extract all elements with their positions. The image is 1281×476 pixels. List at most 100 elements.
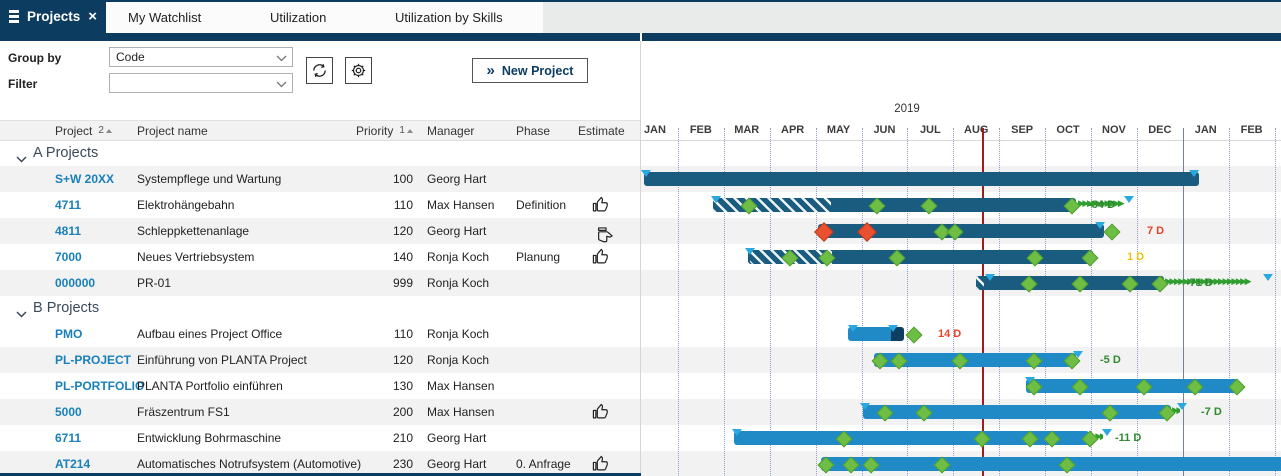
chevron-down-icon	[276, 55, 287, 62]
column-header-project[interactable]: Project2	[55, 121, 112, 140]
project-code-link[interactable]: PL-PORTFOLIO	[55, 373, 144, 399]
table-row[interactable]: PMOAufbau eines Project Office110Ronja K…	[0, 321, 641, 347]
date-marker-triangle-icon	[1177, 403, 1187, 410]
project-manager: Max Hansen	[427, 399, 494, 425]
project-code-link[interactable]: 4711	[55, 192, 81, 218]
gantt-bar-at214[interactable]	[821, 457, 1281, 471]
group-by-value: Code	[116, 50, 145, 64]
refresh-button[interactable]	[306, 57, 333, 84]
milestone-diamond-green[interactable]	[906, 327, 923, 344]
menu-icon[interactable]	[9, 10, 19, 23]
project-priority: 200	[353, 399, 413, 425]
settings-button[interactable]	[345, 57, 372, 84]
project-code-link[interactable]: 4811	[55, 218, 81, 244]
project-priority: 110	[353, 192, 413, 218]
table-row[interactable]: 7000Neues Vertriebsystem140Ronja KochPla…	[0, 244, 641, 270]
date-marker-triangle-icon	[848, 325, 858, 332]
table-row[interactable]: 000000PR-01999Ronja Koch	[0, 270, 641, 296]
column-header-phase[interactable]: Phase	[516, 121, 550, 140]
project-phase: Planung	[516, 244, 560, 270]
month-label: JUN	[862, 120, 908, 140]
estimate-cell[interactable]	[580, 192, 620, 218]
project-code-link[interactable]: PMO	[55, 321, 82, 347]
month-label: APR	[770, 120, 816, 140]
column-header-manager[interactable]: Manager	[427, 121, 474, 140]
delay-label: 7 D	[1147, 218, 1164, 244]
project-name: Aufbau eines Project Office	[137, 321, 282, 347]
project-code-link[interactable]: PL-PROJECT	[55, 347, 131, 373]
gantt-row: -5 D	[641, 347, 1281, 373]
milestone-diamond-green[interactable]	[1104, 224, 1121, 241]
gantt-row: ▶▶▶▶▶▶▶▶▶▶▶▶▶▶▶▶▶▶▶-71 D	[641, 270, 1281, 296]
project-name: Einführung von PLANTA Project	[137, 347, 307, 373]
date-marker-triangle-icon	[1189, 170, 1199, 177]
chevron-down-icon	[276, 81, 287, 88]
table-header: Project2 Project name Priority1 Manager Phas…	[0, 120, 641, 141]
project-name: PR-01	[137, 270, 171, 296]
project-code-link[interactable]: 6711	[55, 425, 81, 451]
close-tab-icon[interactable]: ×	[88, 9, 97, 24]
date-marker-triangle-icon	[641, 170, 651, 177]
thumbs-sideways-icon	[587, 227, 613, 244]
estimate-cell[interactable]	[580, 218, 620, 244]
tab-utilization[interactable]: Utilization	[270, 2, 326, 33]
project-manager: Georg Hart	[427, 218, 486, 244]
group-by-select[interactable]: Code	[109, 47, 293, 67]
project-table: A ProjectsS+W 20XXSystempflege und Wartu…	[0, 141, 641, 476]
project-manager: Max Hansen	[427, 192, 494, 218]
project-code-link[interactable]: 7000	[55, 244, 82, 270]
table-row[interactable]: PL-PORTFOLIOPLANTA Portfolio einführen13…	[0, 373, 641, 399]
sort-asc-icon	[106, 129, 112, 133]
group-label: A Projects	[33, 141, 98, 166]
month-label: MAY	[816, 120, 862, 140]
month-label: MAR	[724, 120, 770, 140]
estimate-cell[interactable]	[580, 244, 620, 270]
estimate-cell[interactable]	[580, 399, 620, 425]
column-header-project-name[interactable]: Project name	[137, 121, 208, 140]
project-name: Schleppkettenanlage	[137, 218, 249, 244]
double-chevron-icon: »	[487, 63, 495, 78]
project-priority: 120	[353, 347, 413, 373]
table-row[interactable]: PL-PROJECTEinführung von PLANTA Project 1…	[0, 347, 641, 373]
gantt-bar-s-w-20xx[interactable]	[644, 172, 1199, 186]
month-label: SEP	[999, 120, 1045, 140]
project-manager: Georg Hart	[427, 166, 486, 192]
tab-my-watchlist[interactable]: My Watchlist	[128, 2, 201, 33]
active-tab-label: Projects	[27, 9, 80, 24]
group-label: B Projects	[33, 296, 99, 321]
table-row[interactable]: S+W 20XXSystempflege und Wartung100Georg…	[0, 166, 641, 192]
tab-bar-filler	[543, 2, 1281, 33]
date-marker-triangle-icon	[1263, 274, 1273, 281]
project-code-link[interactable]: S+W 20XX	[55, 166, 114, 192]
project-priority: 110	[353, 321, 413, 347]
column-header-priority[interactable]: Priority1	[356, 121, 413, 140]
tab-utilization-by-skills[interactable]: Utilization by Skills	[395, 2, 503, 33]
tab-projects[interactable]: Projects ×	[0, 0, 106, 33]
date-marker-triangle-icon	[711, 196, 721, 203]
table-row[interactable]: 6711Entwicklung Bohrmaschine210Georg Har…	[0, 425, 641, 451]
month-label: FEB	[678, 120, 724, 140]
gantt-body: ▶▶▶▶▶▶▶▶▶▶-34 D7 D1 D▶▶▶▶▶▶▶▶▶▶▶▶▶▶▶▶▶▶▶…	[641, 141, 1281, 476]
sort-asc-icon	[407, 129, 413, 133]
filter-select[interactable]	[109, 73, 293, 93]
group-by-label: Group by	[8, 51, 61, 65]
project-code-link[interactable]: 5000	[55, 399, 82, 425]
group-row[interactable]: A Projects	[0, 141, 641, 166]
gantt-row	[641, 166, 1281, 192]
date-marker-triangle-icon	[732, 429, 742, 436]
new-project-button[interactable]: » New Project	[472, 58, 588, 83]
gantt-row	[641, 373, 1281, 399]
group-row[interactable]: B Projects	[0, 296, 641, 321]
table-row[interactable]: 5000Fräszentrum FS1200Max Hansen	[0, 399, 641, 425]
project-priority: 210	[353, 425, 413, 451]
table-row[interactable]: 4811Schleppkettenanlage120Georg Hart	[0, 218, 641, 244]
month-label: JUL	[907, 120, 953, 140]
project-code-link[interactable]: 000000	[55, 270, 95, 296]
gantt-bar-pl-portfolio[interactable]	[1026, 379, 1238, 393]
month-label: NOV	[1091, 120, 1137, 140]
column-header-label: Project	[55, 124, 92, 138]
column-header-estimate[interactable]: Estimate	[578, 121, 625, 140]
gantt-bar-5000[interactable]	[863, 405, 1171, 419]
table-row[interactable]: 4711Elektrohängebahn110Max HansenDefinit…	[0, 192, 641, 218]
column-header-label: Estimate	[578, 124, 625, 138]
